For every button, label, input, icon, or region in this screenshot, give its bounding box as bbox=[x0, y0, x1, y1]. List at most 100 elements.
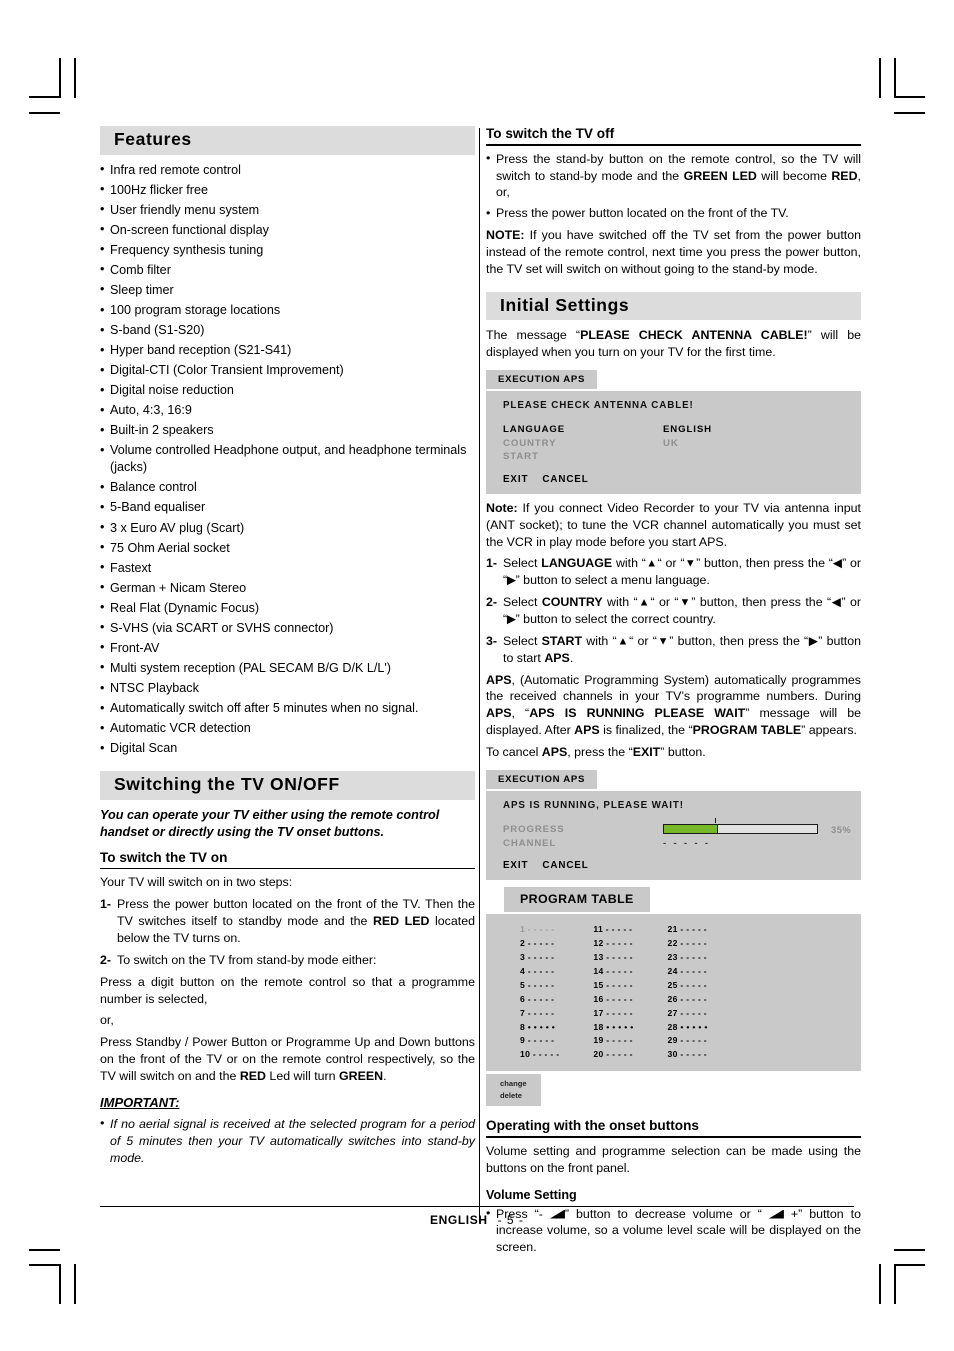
program-table-row[interactable]: 17 - - - - - bbox=[593, 1007, 633, 1021]
osd1-language-value: ENGLISH bbox=[663, 424, 712, 436]
note-text: If you have switched off the TV set from… bbox=[486, 228, 861, 276]
osd1-cancel-button[interactable]: CANCEL bbox=[542, 474, 588, 485]
tv-off-heading: To switch the TV off bbox=[486, 126, 615, 141]
osd2-rows: PROGRESS 35% CHANNEL - - - - - bbox=[503, 817, 851, 851]
s1-language: LANGUAGE bbox=[541, 556, 613, 571]
feature-item: Infra red remote control bbox=[100, 161, 475, 179]
program-table-change[interactable]: change bbox=[500, 1078, 527, 1089]
program-table-row[interactable]: 9 - - - - - bbox=[520, 1034, 559, 1048]
program-table-row[interactable]: 10 - - - - - bbox=[520, 1048, 559, 1062]
program-table-row[interactable]: 2 - - - - - bbox=[520, 937, 559, 951]
program-table-row[interactable]: 8 • • • • • bbox=[520, 1021, 559, 1035]
program-table-row[interactable]: 20 - - - - - bbox=[593, 1048, 633, 1062]
program-table-row[interactable]: 5 - - - - - bbox=[520, 979, 559, 993]
s1-d: ” button, then press the “ bbox=[696, 556, 833, 571]
program-table-row[interactable]: 18 • • • • • bbox=[593, 1021, 633, 1035]
program-table-row[interactable]: 21 - - - - - bbox=[668, 923, 708, 937]
feature-item: Digital-CTI (Color Transient Improvement… bbox=[100, 362, 475, 379]
tv-off-green-led: GREEN LED bbox=[683, 168, 757, 183]
important-list: If no aerial signal is received at the s… bbox=[100, 1115, 475, 1167]
osd1-row-language[interactable]: LANGUAGE ENGLISH bbox=[503, 423, 847, 437]
program-table-row[interactable]: 27 - - - - - bbox=[668, 1007, 708, 1021]
program-table-row[interactable]: 25 - - - - - bbox=[668, 979, 708, 993]
program-table-row[interactable]: 1 - - - - - bbox=[520, 923, 559, 937]
volume-setting-heading: Volume Setting bbox=[486, 1187, 577, 1202]
initial-settings-intro: The message “PLEASE CHECK ANTENNA CABLE!… bbox=[486, 327, 861, 361]
down-arrow-icon: ▼ bbox=[656, 635, 670, 648]
standby-green: GREEN bbox=[339, 1069, 384, 1084]
feature-item: 5-Band equaliser bbox=[100, 499, 475, 516]
program-table-row[interactable]: 13 - - - - - bbox=[593, 951, 633, 965]
osd1-row-country[interactable]: COUNTRY UK bbox=[503, 437, 847, 451]
osd-execution-aps-antenna: EXECUTION APS PLEASE CHECK ANTENNA CABLE… bbox=[486, 369, 861, 494]
feature-item: Sleep timer bbox=[100, 281, 475, 299]
features-section-header: Features bbox=[100, 126, 475, 155]
osd1-language-label: LANGUAGE bbox=[503, 424, 566, 436]
crop-mark-bottom-left-h1 bbox=[29, 1249, 60, 1251]
up-arrow-icon: ▲ bbox=[645, 557, 658, 570]
program-table-row[interactable]: 12 - - - - - bbox=[593, 937, 633, 951]
program-table-row[interactable]: 16 - - - - - bbox=[593, 993, 633, 1007]
left-arrow-icon: ◀ bbox=[832, 557, 843, 570]
tv-on-rule bbox=[100, 868, 475, 870]
tv-on-intro: Your TV will switch on in two steps: bbox=[100, 875, 293, 890]
s3-aps: APS bbox=[544, 650, 570, 665]
program-table-row[interactable]: 23 - - - - - bbox=[668, 951, 708, 965]
program-table-delete[interactable]: delete bbox=[500, 1090, 527, 1101]
program-table-row[interactable]: 3 - - - - - bbox=[520, 951, 559, 965]
important-item: If no aerial signal is received at the s… bbox=[100, 1115, 475, 1167]
osd2-tab-label: EXECUTION APS bbox=[486, 769, 598, 789]
program-table-row[interactable]: 24 - - - - - bbox=[668, 965, 708, 979]
standby-text-c: . bbox=[383, 1069, 387, 1084]
features-list: Infra red remote control 100Hz flicker fr… bbox=[100, 161, 475, 758]
program-table-column: 11 - - - - -12 - - - - -13 - - - - -14 -… bbox=[559, 923, 633, 1062]
initial-step-2-number: 2- bbox=[486, 595, 498, 610]
initial-intro-bold: PLEASE CHECK ANTENNA CABLE! bbox=[580, 328, 808, 343]
feature-item: Real Flat (Dynamic Focus) bbox=[100, 599, 475, 617]
aps-word-3: APS bbox=[574, 723, 600, 738]
s2-f: ” button to select the correct country. bbox=[515, 612, 716, 627]
feature-item: Automatic VCR detection bbox=[100, 720, 475, 737]
cancel-text-a: To cancel bbox=[486, 745, 542, 760]
program-table-row[interactable]: 30 - - - - - bbox=[668, 1048, 708, 1062]
program-table-row[interactable]: 26 - - - - - bbox=[668, 993, 708, 1007]
cancel-aps: APS bbox=[541, 745, 568, 760]
osd1-country-label: COUNTRY bbox=[503, 437, 557, 449]
down-arrow-icon: ▼ bbox=[678, 596, 692, 609]
program-table-footer[interactable]: change delete bbox=[486, 1074, 541, 1107]
feature-item: 3 x Euro AV plug (Scart) bbox=[100, 519, 475, 537]
program-table-row[interactable]: 6 - - - - - bbox=[520, 993, 559, 1007]
osd2-exit-button[interactable]: EXIT bbox=[503, 860, 528, 871]
program-table-row[interactable]: 19 - - - - - bbox=[593, 1034, 633, 1048]
tv-on-step-1: 1- Press the power button located on the … bbox=[100, 896, 475, 947]
program-table-row[interactable]: 28 • • • • • bbox=[668, 1021, 708, 1035]
feature-item: S-VHS (via SCART or SVHS connector) bbox=[100, 619, 475, 637]
osd2-footer: EXIT CANCEL bbox=[503, 860, 847, 871]
program-table-row[interactable]: 11 - - - - - bbox=[593, 923, 633, 937]
osd2-cancel-button[interactable]: CANCEL bbox=[542, 860, 588, 871]
s3-b: with “ bbox=[582, 633, 617, 648]
program-table-column: 21 - - - - -22 - - - - -23 - - - - -24 -… bbox=[634, 923, 708, 1062]
osd1-footer: EXIT CANCEL bbox=[503, 474, 847, 485]
aps-text-4: is finalized, the “ bbox=[599, 723, 693, 738]
feature-item: Digital noise reduction bbox=[100, 382, 475, 399]
feature-item: On-screen functional display bbox=[100, 221, 475, 239]
osd1-exit-button[interactable]: EXIT bbox=[503, 474, 528, 485]
tv-on-step-2: 2- To switch on the TV from stand-by mode… bbox=[100, 952, 475, 969]
program-table-row[interactable]: 29 - - - - - bbox=[668, 1034, 708, 1048]
right-column: To switch the TV off Press the stand-by … bbox=[486, 126, 861, 1261]
standby-red: RED bbox=[239, 1069, 266, 1084]
osd2-row-channel: CHANNEL - - - - - bbox=[503, 837, 847, 851]
program-table-title: PROGRAM TABLE bbox=[504, 887, 650, 913]
initial-intro-a: The message “ bbox=[486, 328, 581, 343]
program-table-row[interactable]: 14 - - - - - bbox=[593, 965, 633, 979]
tv-off-item-1: Press the stand-by button on the remote … bbox=[486, 150, 861, 202]
program-table-row[interactable]: 7 - - - - - bbox=[520, 1007, 559, 1021]
osd-execution-aps-progress: EXECUTION APS APS IS RUNNING, PLEASE WAI… bbox=[486, 769, 861, 881]
program-table-row[interactable]: 15 - - - - - bbox=[593, 979, 633, 993]
crop-mark-top-left-v2 bbox=[74, 58, 76, 98]
program-table-row[interactable]: 4 - - - - - bbox=[520, 965, 559, 979]
program-table-row[interactable]: 22 - - - - - bbox=[668, 937, 708, 951]
osd1-row-start[interactable]: START bbox=[503, 450, 847, 464]
aps-description-paragraph: APS, (Automatic Programming System) auto… bbox=[486, 672, 861, 739]
